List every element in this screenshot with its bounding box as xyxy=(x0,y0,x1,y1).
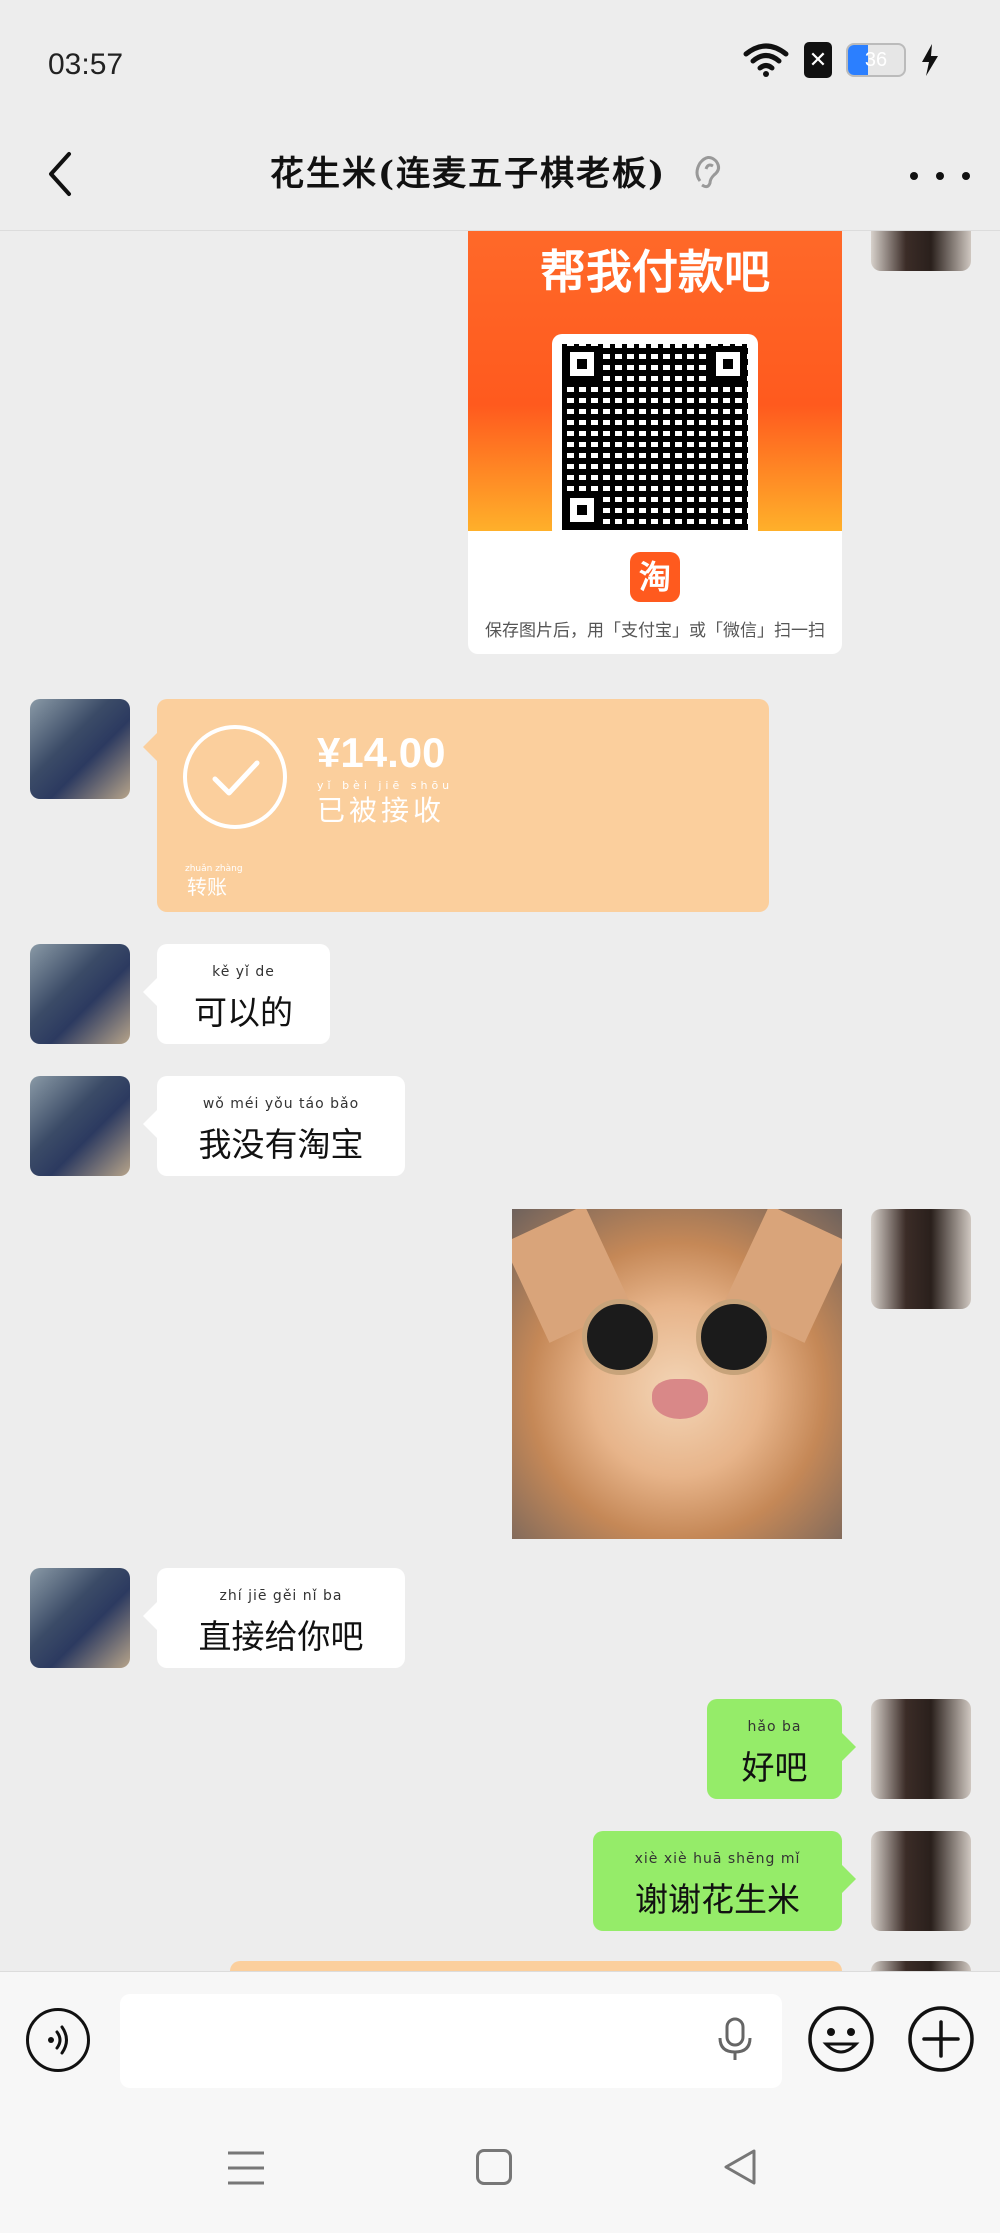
home-icon[interactable] xyxy=(476,2149,512,2185)
message-pinyin: kě yǐ de xyxy=(212,964,275,980)
plus-icon[interactable] xyxy=(906,2004,976,2074)
message-text: 直接给你吧 xyxy=(198,1617,364,1656)
voice-input-icon xyxy=(48,2025,68,2055)
pay-card-footer: 保存图片后，用「支付宝」或「微信」扫一扫 xyxy=(485,621,825,641)
message-text: 可以的 xyxy=(194,993,293,1032)
message-input[interactable] xyxy=(120,1994,782,2088)
chat-title: 花生米(连麦五子棋老板) xyxy=(270,154,667,194)
wifi-icon xyxy=(743,43,789,77)
message-text: 我没有淘宝 xyxy=(198,1125,364,1164)
message-bubble[interactable]: xiè xiè huā shēng mǐ 谢谢花生米 xyxy=(593,1831,856,1931)
message-bubble[interactable]: zhí jiē gěi nǐ ba 直接给你吧 xyxy=(143,1568,405,1668)
chat-header: 花生米(连麦五子棋老板) xyxy=(0,120,1000,231)
qr-finder xyxy=(710,346,746,382)
message-text: 好吧 xyxy=(741,1748,808,1787)
avatar-self[interactable] xyxy=(871,1699,971,1799)
pay-request-card[interactable]: 帮我付款吧 淘 保存图片后，用「支付宝」或「微信」扫一扫 xyxy=(468,231,842,654)
cat-eye xyxy=(696,1299,772,1375)
voice-toggle-button[interactable] xyxy=(26,2008,90,2072)
message-pinyin: hǎo ba xyxy=(747,1719,802,1735)
back-button[interactable] xyxy=(30,144,90,204)
pay-card-title: 帮我付款吧 xyxy=(540,245,770,299)
status-time: 03:57 xyxy=(48,48,124,81)
transfer-label: 转账 xyxy=(187,875,227,899)
title-wrap: 花生米(连麦五子棋老板) xyxy=(270,146,728,195)
chat-messages[interactable]: 帮我付款吧 淘 保存图片后，用「支付宝」或「微信」扫一扫 ¥14.00 yǐ b… xyxy=(0,231,1000,1971)
message-bubble[interactable]: hǎo ba 好吧 xyxy=(707,1699,856,1799)
transfer-card[interactable]: ¥14.00 yǐ bèi jiē shōu 已被接收 zhuǎn zhàng … xyxy=(143,699,769,912)
avatar-self[interactable] xyxy=(871,1961,971,1971)
qr-finder xyxy=(564,346,600,382)
message-pinyin: zhí jiē gěi nǐ ba xyxy=(219,1588,343,1604)
microphone-icon[interactable] xyxy=(710,2014,760,2064)
message-text: 谢谢花生米 xyxy=(635,1880,800,1919)
battery-level: 36 xyxy=(864,49,888,71)
system-nav-bar xyxy=(0,2103,1000,2233)
nav-back-icon[interactable] xyxy=(720,2147,760,2187)
more-dot xyxy=(936,172,944,180)
sim-error-icon: ✕ xyxy=(804,42,832,78)
transfer-status: 已被接收 xyxy=(317,794,446,827)
cat-photo[interactable] xyxy=(512,1209,842,1539)
more-dot xyxy=(910,172,918,180)
back-chevron-icon xyxy=(49,152,71,196)
avatar-contact[interactable] xyxy=(30,699,130,799)
cat-nose xyxy=(652,1379,708,1419)
charging-icon xyxy=(922,44,938,76)
pay-card-header: 帮我付款吧 xyxy=(468,231,842,540)
transfer-amount: ¥14.00 xyxy=(317,729,446,776)
message-bubble[interactable]: wǒ méi yǒu táo bǎo 我没有淘宝 xyxy=(143,1076,405,1176)
earpiece-icon xyxy=(695,155,721,188)
battery-icon: 36 xyxy=(846,43,906,77)
partial-transfer-card[interactable] xyxy=(230,1961,842,1971)
message-pinyin: wǒ méi yǒu táo bǎo xyxy=(202,1096,360,1112)
avatar-contact[interactable] xyxy=(30,1568,130,1668)
cat-eye xyxy=(582,1299,658,1375)
status-bar: 03:57 ✕ 36 xyxy=(0,0,1000,120)
message-pinyin: xiè xiè huā shēng mǐ xyxy=(634,1851,801,1867)
avatar-self[interactable] xyxy=(871,1209,971,1309)
emoji-icon[interactable] xyxy=(806,2004,876,2074)
more-dot xyxy=(962,172,970,180)
qr-finder xyxy=(564,492,600,528)
input-bar xyxy=(0,1971,1000,2104)
more-button[interactable] xyxy=(910,156,970,196)
taobao-logo: 淘 xyxy=(630,552,680,602)
message-bubble[interactable]: kě yǐ de 可以的 xyxy=(143,944,330,1044)
avatar-self[interactable] xyxy=(871,231,971,271)
avatar-contact[interactable] xyxy=(30,944,130,1044)
qr-code[interactable] xyxy=(552,334,758,540)
status-icons: ✕ 36 xyxy=(742,42,940,78)
check-circle-icon xyxy=(183,725,287,829)
avatar-contact[interactable] xyxy=(30,1076,130,1176)
recent-apps-icon[interactable] xyxy=(226,2149,266,2187)
avatar-self[interactable] xyxy=(871,1831,971,1931)
check-icon xyxy=(212,760,260,796)
